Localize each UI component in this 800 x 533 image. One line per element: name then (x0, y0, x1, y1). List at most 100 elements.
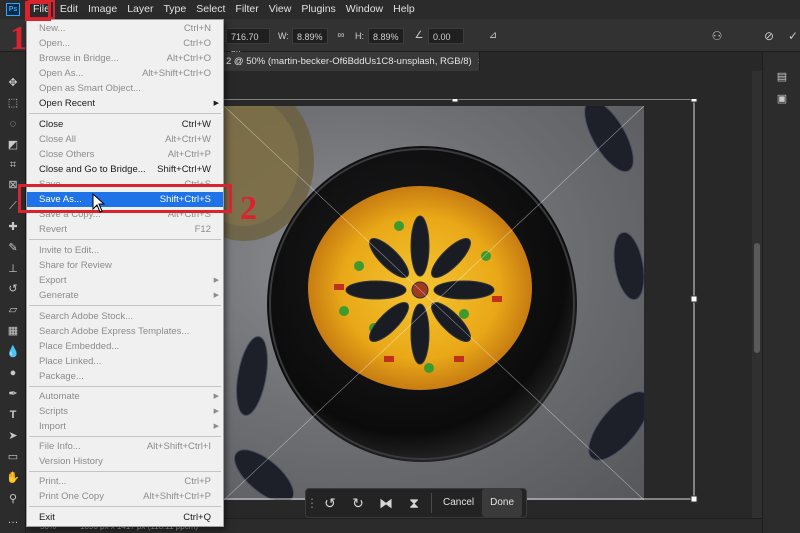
menu-item-close-others[interactable]: Close Others Alt+Ctrl+P (27, 147, 223, 162)
menu-item-label: Place Embedded... (39, 341, 120, 352)
menu-item-close-and-go-to-bridge[interactable]: Close and Go to Bridge... Shift+Ctrl+W (27, 162, 223, 177)
menu-item-revert[interactable]: Revert F12 (27, 222, 223, 237)
drag-handle-icon[interactable]: ⋮ (306, 489, 318, 517)
cancel-transform-icon[interactable]: ⊘ (760, 27, 778, 45)
menu-item-new[interactable]: New... Ctrl+N (27, 21, 223, 36)
rotate-left-icon[interactable]: ↺ (316, 489, 344, 517)
menu-view[interactable]: View (264, 0, 297, 19)
rotate-right-icon[interactable]: ↻ (344, 489, 372, 517)
transform-bounding-box[interactable] (216, 99, 726, 509)
hand-tool-icon[interactable]: ✋ (4, 469, 22, 487)
blur-tool-icon[interactable]: 💧 (4, 343, 22, 361)
commit-transform-icon[interactable]: ✓ (784, 27, 800, 45)
menu-plugins[interactable]: Plugins (296, 0, 340, 19)
menu-item-automate[interactable]: Automate ▶ (27, 389, 223, 404)
document-tab[interactable]: 2 @ 50% (martin-becker-Of6BddUs1C8-unspl… (224, 52, 480, 71)
menu-edit[interactable]: Edit (55, 0, 83, 19)
flip-horizontal-icon[interactable]: ⧓ (372, 489, 400, 517)
menu-image[interactable]: Image (83, 0, 122, 19)
menu-item-label: Import (39, 421, 66, 432)
menu-item-exit[interactable]: Exit Ctrl+Q (27, 510, 223, 525)
menu-item-generate[interactable]: Generate ▶ (27, 288, 223, 303)
clone-stamp-tool-icon[interactable]: ⊥ (4, 260, 22, 278)
menu-item-label: Close (39, 119, 64, 130)
comments-panel-icon[interactable]: ▣ (773, 90, 791, 108)
object-selection-tool-icon[interactable]: ◩ (4, 136, 22, 154)
eraser-tool-icon[interactable]: ▱ (4, 301, 22, 319)
pen-tool-icon[interactable]: ✒ (4, 385, 22, 403)
menu-item-place-embedded[interactable]: Place Embedded... (27, 339, 223, 354)
menu-help[interactable]: Help (388, 0, 420, 19)
tools-panel: ✥ ⬚ ◌ ◩ ⌗ ⊠ ⟋ ✚ ✎ ⊥ ↺ ▱ ▦ 💧 ● ✒ T ➤ ▭ ✋ … (0, 52, 26, 533)
move-tool-icon[interactable]: ✥ (4, 74, 22, 92)
brush-tool-icon[interactable]: ✎ (4, 239, 22, 257)
menu-item-print[interactable]: Print... Ctrl+P (27, 474, 223, 489)
type-tool-icon[interactable]: T (4, 406, 22, 424)
done-button[interactable]: Done (482, 489, 523, 517)
gradient-tool-icon[interactable]: ▦ (4, 322, 22, 340)
menu-item-open[interactable]: Open... Ctrl+O (27, 36, 223, 51)
menu-item-browse-in-bridge[interactable]: Browse in Bridge... Alt+Ctrl+O (27, 51, 223, 66)
menu-item-scripts[interactable]: Scripts ▶ (27, 404, 223, 419)
x-position-field[interactable]: 716.70 px (226, 28, 270, 58)
menu-item-share-for-review[interactable]: Share for Review (27, 258, 223, 273)
annotation-step-1: 1 (10, 20, 27, 57)
menu-type[interactable]: Type (158, 0, 191, 19)
menu-item-label: Close All (39, 134, 76, 145)
menu-item-open-as-smart-object[interactable]: Open as Smart Object... (27, 81, 223, 96)
menu-item-close-all[interactable]: Close All Alt+Ctrl+W (27, 132, 223, 147)
menu-separator (29, 305, 221, 306)
skew-icon[interactable]: ⊿ (484, 27, 502, 45)
dodge-tool-icon[interactable]: ● (4, 364, 22, 382)
rectangle-tool-icon[interactable]: ▭ (4, 448, 22, 466)
menu-item-shortcut: Ctrl+O (183, 38, 211, 49)
menu-select[interactable]: Select (191, 0, 230, 19)
menu-item-label: Package... (39, 371, 84, 382)
menu-item-search-adobe-express-templates[interactable]: Search Adobe Express Templates... (27, 324, 223, 339)
lasso-tool-icon[interactable]: ◌ (4, 115, 22, 133)
menu-item-import[interactable]: Import ▶ (27, 419, 223, 434)
menu-item-label: Close and Go to Bridge... (39, 164, 146, 175)
history-brush-tool-icon[interactable]: ↺ (4, 280, 22, 298)
close-tab-icon[interactable]: × (478, 56, 479, 67)
menu-item-open-as[interactable]: Open As... Alt+Shift+Ctrl+O (27, 66, 223, 81)
menu-item-label: Place Linked... (39, 356, 102, 367)
path-selection-tool-icon[interactable]: ➤ (4, 427, 22, 445)
menu-item-print-one-copy[interactable]: Print One Copy Alt+Shift+Ctrl+P (27, 489, 223, 504)
menu-separator (29, 113, 221, 114)
height-field[interactable]: 8.89% (368, 28, 404, 44)
history-panel-icon[interactable]: ▤ (773, 68, 791, 86)
marquee-tool-icon[interactable]: ⬚ (4, 94, 22, 112)
document-tab-title: 2 @ 50% (martin-becker-Of6BddUs1C8-unspl… (226, 56, 472, 67)
menu-item-file-info[interactable]: File Info... Alt+Shift+Ctrl+I (27, 439, 223, 454)
angle-field[interactable]: 0.00 (428, 28, 464, 44)
right-panel-dock: ▤ ▣ (762, 52, 800, 533)
more-tools-icon[interactable]: … (4, 511, 22, 529)
healing-brush-tool-icon[interactable]: ✚ (4, 218, 22, 236)
menu-item-close[interactable]: Close Ctrl+W (27, 117, 223, 132)
menu-item-package[interactable]: Package... (27, 369, 223, 384)
menu-item-version-history[interactable]: Version History (27, 454, 223, 469)
vertical-scrollbar[interactable] (752, 71, 762, 518)
annotation-box-save-as (18, 184, 232, 213)
menu-layer[interactable]: Layer (122, 0, 158, 19)
width-field[interactable]: 8.89% (292, 28, 328, 44)
zoom-tool-icon[interactable]: ⚲ (4, 490, 22, 508)
menu-item-label: Automate (39, 391, 80, 402)
menu-item-open-recent[interactable]: Open Recent ▶ (27, 96, 223, 111)
menu-filter[interactable]: Filter (230, 0, 263, 19)
warp-icon[interactable]: ⚇ (708, 27, 726, 45)
annotation-box-file-menu (25, 1, 51, 21)
menu-item-label: Search Adobe Express Templates... (39, 326, 190, 337)
menu-item-search-adobe-stock[interactable]: Search Adobe Stock... (27, 309, 223, 324)
cancel-button[interactable]: Cancel (435, 489, 482, 517)
link-icon[interactable]: ∞ (332, 27, 350, 45)
submenu-arrow-icon: ▶ (213, 277, 219, 284)
crop-tool-icon[interactable]: ⌗ (4, 156, 22, 174)
flip-vertical-icon[interactable]: ⧗ (400, 489, 428, 517)
menu-window[interactable]: Window (341, 0, 388, 19)
menu-item-export[interactable]: Export ▶ (27, 273, 223, 288)
scrollbar-thumb[interactable] (754, 243, 760, 353)
menu-item-invite-to-edit[interactable]: Invite to Edit... (27, 243, 223, 258)
menu-item-place-linked[interactable]: Place Linked... (27, 354, 223, 369)
